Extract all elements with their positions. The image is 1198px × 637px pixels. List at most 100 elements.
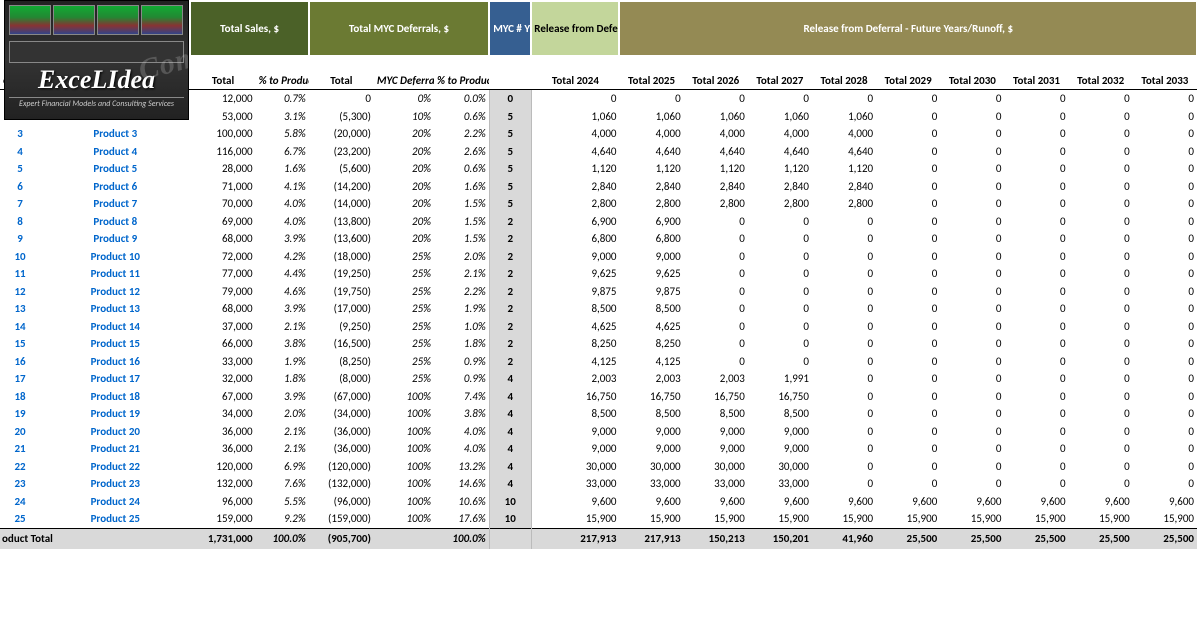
release-future-4[interactable]: 0 [876,178,940,196]
product-description[interactable]: Product 6 [40,178,190,196]
release-cy[interactable]: 9,600 [531,493,619,511]
pct-to-product[interactable]: 1.5% [434,195,489,213]
table-row[interactable]: 23Product 23132,0007.6%(132,000)100%14.6… [0,475,1197,493]
release-future-6[interactable]: 9,600 [1004,493,1068,511]
deferral-total[interactable]: (19,250) [309,265,374,283]
release-future-0[interactable]: 4,640 [619,143,683,161]
sales-total[interactable]: 68,000 [190,230,255,248]
release-future-7[interactable]: 0 [1069,213,1133,231]
release-future-0[interactable]: 1,120 [619,160,683,178]
release-future-7[interactable]: 0 [1069,265,1133,283]
release-cy[interactable]: 9,000 [531,440,619,458]
release-future-6[interactable]: 0 [1004,388,1068,406]
release-future-7[interactable]: 9,600 [1069,493,1133,511]
release-future-2[interactable]: 2,800 [748,195,812,213]
release-future-4[interactable]: 0 [876,143,940,161]
release-future-6[interactable]: 0 [1004,440,1068,458]
table-row[interactable]: 17Product 1732,0001.8%(8,000)25%0.9%42,0… [0,370,1197,388]
release-future-7[interactable]: 0 [1069,178,1133,196]
release-future-1[interactable]: 0 [684,335,748,353]
release-future-7[interactable]: 0 [1069,230,1133,248]
release-future-5[interactable]: 0 [940,283,1004,301]
sales-total[interactable]: 36,000 [190,423,255,441]
table-row[interactable]: 3Product 3100,0005.8%(20,000)20%2.2%54,0… [0,125,1197,143]
pct-to-product[interactable]: 2.6% [434,143,489,161]
release-future-8[interactable]: 0 [1133,458,1197,476]
col-sales-pct[interactable]: % to Product [256,56,309,90]
col-myc-yrs[interactable] [489,56,531,90]
sales-pct[interactable]: 4.0% [256,213,309,231]
release-future-5[interactable]: 0 [940,195,1004,213]
release-future-6[interactable]: 0 [1004,283,1068,301]
release-future-6[interactable]: 0 [1004,300,1068,318]
myc-years[interactable]: 2 [489,265,531,283]
release-future-0[interactable]: 9,600 [619,493,683,511]
release-future-1[interactable]: 30,000 [684,458,748,476]
col-myc-deferral[interactable]: MYC Deferral [374,56,434,90]
release-cy[interactable]: 1,120 [531,160,619,178]
release-future-3[interactable]: 0 [812,230,876,248]
myc-deferral-pct[interactable]: 100% [374,458,434,476]
pct-to-product[interactable]: 13.2% [434,458,489,476]
sales-pct[interactable]: 4.1% [256,178,309,196]
product-description[interactable]: Product 8 [40,213,190,231]
release-future-0[interactable]: 15,900 [619,510,683,528]
release-cy[interactable]: 30,000 [531,458,619,476]
release-future-4[interactable]: 0 [876,265,940,283]
release-future-2[interactable]: 0 [748,353,812,371]
sales-total[interactable]: 72,000 [190,248,255,266]
release-future-5[interactable]: 0 [940,160,1004,178]
deferral-total[interactable]: (20,000) [309,125,374,143]
table-row[interactable]: 8Product 869,0004.0%(13,800)20%1.5%26,90… [0,213,1197,231]
release-future-7[interactable]: 0 [1069,143,1133,161]
release-future-1[interactable]: 0 [684,318,748,336]
release-future-3[interactable]: 0 [812,213,876,231]
release-future-3[interactable]: 0 [812,318,876,336]
release-future-2[interactable]: 8,500 [748,405,812,423]
sales-pct[interactable]: 6.7% [256,143,309,161]
release-future-6[interactable]: 0 [1004,90,1068,108]
sales-pct[interactable]: 3.8% [256,335,309,353]
sales-total[interactable]: 34,000 [190,405,255,423]
deferral-total[interactable]: (5,600) [309,160,374,178]
myc-deferral-pct[interactable]: 20% [374,213,434,231]
release-future-6[interactable]: 0 [1004,108,1068,126]
col-def-total[interactable]: Total [309,56,374,90]
product-description[interactable]: Product 19 [40,405,190,423]
pct-to-product[interactable]: 2.2% [434,125,489,143]
myc-deferral-pct[interactable]: 20% [374,178,434,196]
release-future-7[interactable]: 0 [1069,458,1133,476]
release-future-0[interactable]: 2,840 [619,178,683,196]
pct-to-product[interactable]: 17.6% [434,510,489,528]
deferral-total[interactable]: (132,000) [309,475,374,493]
release-cy[interactable]: 0 [531,90,619,108]
release-future-6[interactable]: 0 [1004,370,1068,388]
release-cy[interactable]: 2,003 [531,370,619,388]
release-future-2[interactable]: 30,000 [748,458,812,476]
myc-deferral-pct[interactable]: 0% [374,90,434,108]
sales-pct[interactable]: 4.0% [256,195,309,213]
release-cy[interactable]: 8,500 [531,300,619,318]
myc-years[interactable]: 4 [489,440,531,458]
release-future-0[interactable]: 9,000 [619,248,683,266]
product-number[interactable]: 24 [0,493,40,511]
deferral-total[interactable]: (19,750) [309,283,374,301]
release-future-1[interactable]: 2,800 [684,195,748,213]
release-future-7[interactable]: 0 [1069,370,1133,388]
sales-pct[interactable]: 2.0% [256,405,309,423]
release-future-6[interactable]: 0 [1004,248,1068,266]
release-future-8[interactable]: 0 [1133,475,1197,493]
myc-years[interactable]: 5 [489,195,531,213]
release-future-5[interactable]: 9,600 [940,493,1004,511]
release-future-2[interactable]: 2,840 [748,178,812,196]
release-future-0[interactable]: 9,000 [619,423,683,441]
release-future-1[interactable]: 8,500 [684,405,748,423]
sales-pct[interactable]: 1.8% [256,370,309,388]
release-future-2[interactable]: 1,991 [748,370,812,388]
release-future-1[interactable]: 9,000 [684,423,748,441]
pct-to-product[interactable]: 14.6% [434,475,489,493]
release-cy[interactable]: 2,800 [531,195,619,213]
myc-deferral-pct[interactable]: 25% [374,265,434,283]
release-future-8[interactable]: 0 [1133,213,1197,231]
deferral-total[interactable]: (5,300) [309,108,374,126]
